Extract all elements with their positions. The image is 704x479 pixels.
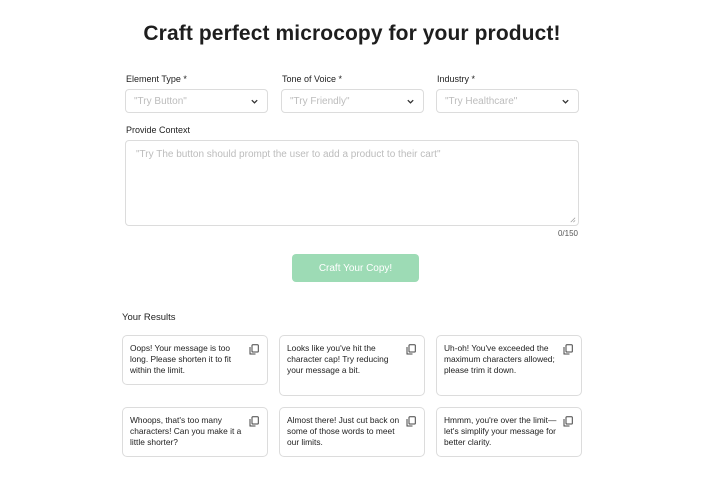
result-card: Hmmm, you're over the limit—let's simpli… — [436, 407, 582, 457]
copy-icon[interactable] — [406, 344, 416, 355]
copy-icon[interactable] — [249, 344, 259, 355]
element-type-placeholder: "Try Button" — [134, 95, 187, 107]
result-text: Uh-oh! You've exceeded the maximum chara… — [444, 343, 555, 375]
copy-icon[interactable] — [563, 416, 573, 427]
context-textarea[interactable]: "Try The button should prompt the user t… — [125, 140, 579, 226]
character-counter: 0/150 — [557, 229, 578, 238]
result-text: Oops! Your message is too long. Please s… — [130, 343, 232, 375]
chevron-down-icon — [251, 99, 258, 104]
context-label: Provide Context — [126, 125, 191, 135]
result-text: Looks like you've hit the character cap!… — [287, 343, 389, 375]
tone-of-voice-placeholder: "Try Friendly" — [290, 95, 350, 107]
result-card: Almost there! Just cut back on some of t… — [279, 407, 425, 457]
result-text: Almost there! Just cut back on some of t… — [287, 415, 400, 447]
element-type-label: Element Type * — [126, 74, 187, 84]
copy-icon[interactable] — [249, 416, 259, 427]
tone-of-voice-select[interactable]: "Try Friendly" — [281, 89, 424, 113]
result-card: Looks like you've hit the character cap!… — [279, 335, 425, 396]
chevron-down-icon — [407, 99, 414, 104]
element-type-select[interactable]: "Try Button" — [125, 89, 268, 113]
result-card: Oops! Your message is too long. Please s… — [122, 335, 268, 385]
page-title: Craft perfect microcopy for your product… — [143, 22, 561, 45]
copy-icon[interactable] — [406, 416, 416, 427]
results-heading: Your Results — [122, 312, 176, 323]
tone-of-voice-label: Tone of Voice * — [282, 74, 343, 84]
resize-handle-icon[interactable] — [569, 216, 576, 223]
context-placeholder: "Try The button should prompt the user t… — [136, 149, 441, 160]
result-card: Whoops, that's too many characters! Can … — [122, 407, 268, 457]
industry-select[interactable]: "Try Healthcare" — [436, 89, 579, 113]
industry-placeholder: "Try Healthcare" — [445, 95, 518, 107]
copy-icon[interactable] — [563, 344, 573, 355]
craft-copy-button[interactable]: Craft Your Copy! — [292, 254, 419, 282]
industry-label: Industry * — [437, 74, 476, 84]
result-card: Uh-oh! You've exceeded the maximum chara… — [436, 335, 582, 396]
result-text: Hmmm, you're over the limit—let's simpli… — [444, 415, 557, 447]
chevron-down-icon — [562, 99, 569, 104]
result-text: Whoops, that's too many characters! Can … — [130, 415, 242, 447]
